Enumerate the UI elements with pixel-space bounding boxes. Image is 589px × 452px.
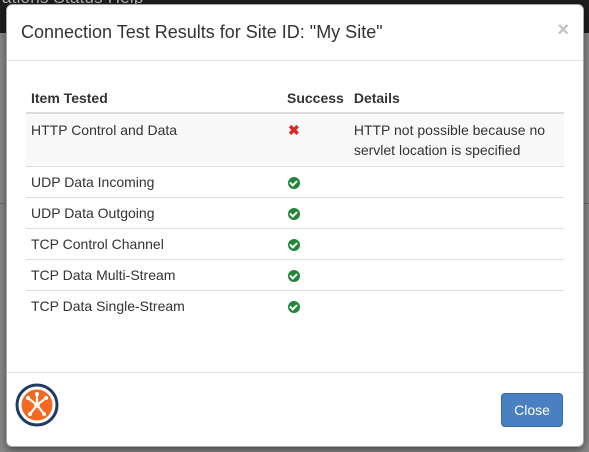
details-cell <box>348 290 564 321</box>
close-button[interactable]: Close <box>501 393 563 427</box>
details-cell <box>348 259 564 291</box>
success-check-icon <box>288 177 300 190</box>
item-cell: UDP Data Outgoing <box>26 197 282 229</box>
item-cell: UDP Data Incoming <box>26 166 282 198</box>
connection-test-dialog: Connection Test Results for Site ID: "My… <box>6 4 584 447</box>
success-cell <box>282 197 349 229</box>
table-row: TCP Data Multi-Stream <box>26 259 564 291</box>
results-table: Item Tested Success Details HTTP Control… <box>26 84 564 321</box>
column-header-item: Item Tested <box>26 84 282 114</box>
app-logo-icon <box>15 383 59 427</box>
dialog-header: Connection Test Results for Site ID: "My… <box>7 5 583 61</box>
column-header-success: Success <box>282 84 349 114</box>
success-cell: ✖ <box>282 112 349 167</box>
item-cell: TCP Data Single-Stream <box>26 290 282 321</box>
success-cell <box>282 259 349 291</box>
details-cell <box>348 228 564 260</box>
item-cell: TCP Control Channel <box>26 228 282 260</box>
details-cell: HTTP not possible because no servlet loc… <box>348 112 564 167</box>
success-cell <box>282 166 349 198</box>
details-cell <box>348 166 564 198</box>
dialog-footer: Close <box>7 372 583 446</box>
table-row: TCP Control Channel <box>26 228 564 260</box>
failure-x-icon: ✖ <box>288 122 300 138</box>
success-check-icon <box>288 208 300 221</box>
item-cell: HTTP Control and Data <box>26 112 282 167</box>
table-row: UDP Data Incoming <box>26 166 564 198</box>
details-cell <box>348 197 564 229</box>
success-check-icon <box>288 301 300 314</box>
success-check-icon <box>288 239 300 252</box>
dialog-title: Connection Test Results for Site ID: "My… <box>21 22 383 42</box>
table-row: UDP Data Outgoing <box>26 197 564 229</box>
success-check-icon <box>288 270 300 283</box>
item-cell: TCP Data Multi-Stream <box>26 259 282 291</box>
column-header-details: Details <box>348 84 564 114</box>
table-header-row: Item Tested Success Details <box>26 84 564 114</box>
close-icon[interactable]: × <box>557 19 569 42</box>
table-row: HTTP Control and Data ✖ HTTP not possibl… <box>26 112 564 167</box>
table-row: TCP Data Single-Stream <box>26 290 564 321</box>
success-cell <box>282 290 349 321</box>
success-cell <box>282 228 349 260</box>
